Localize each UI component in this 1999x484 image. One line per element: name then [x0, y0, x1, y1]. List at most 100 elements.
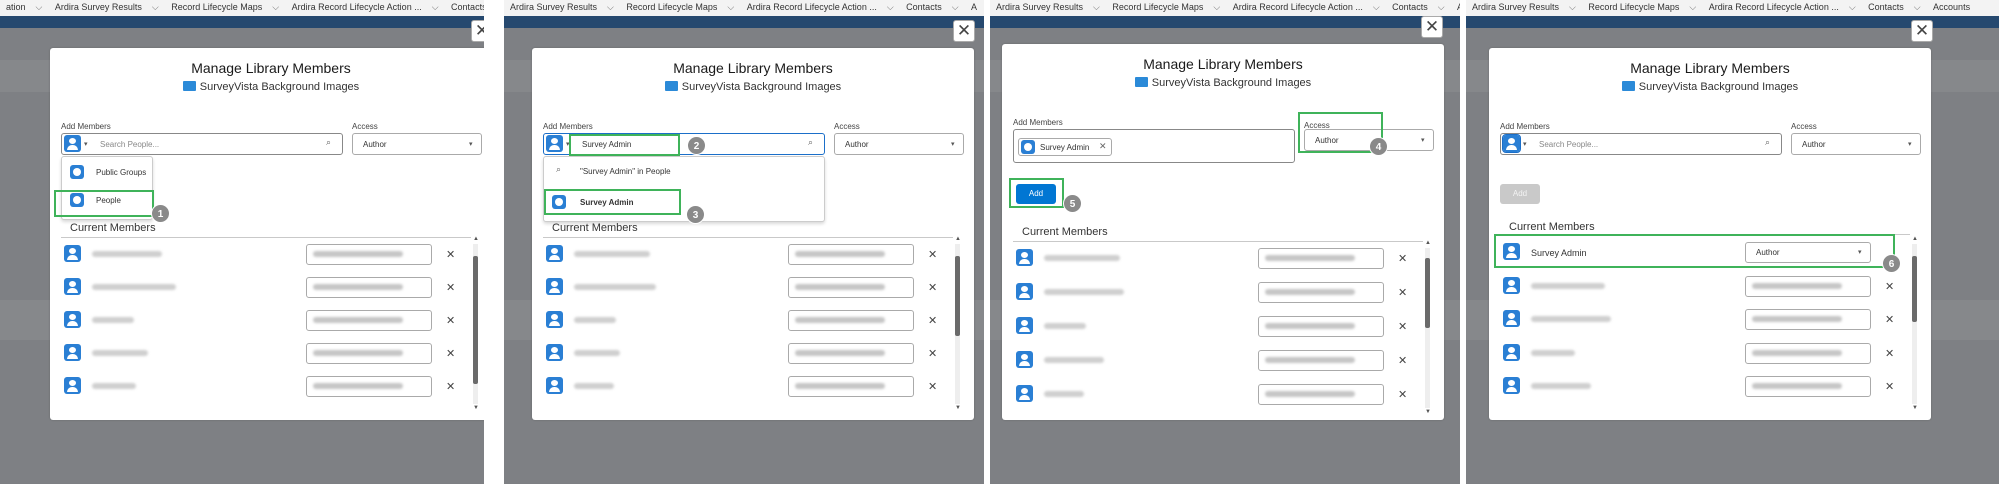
nav-tab[interactable]: Ardira Survey Results	[504, 0, 603, 12]
nav-tab[interactable]: Record Lifecycle Maps	[1106, 0, 1209, 12]
nav-tab[interactable]: Ardira Record Lifecycle Action ...	[1227, 0, 1369, 12]
member-access-select[interactable]	[788, 343, 914, 364]
member-access-select[interactable]	[788, 277, 914, 298]
member-access-select[interactable]	[788, 310, 914, 331]
nav-tab[interactable]: Ardira Survey Results	[990, 0, 1089, 12]
member-access-select[interactable]	[306, 343, 432, 364]
nav-tab[interactable]: Ardira Survey Results	[49, 0, 148, 12]
add-button[interactable]: Add	[1500, 184, 1540, 204]
search-input[interactable]: Survey Admin ✕	[1013, 129, 1295, 163]
nav-tab[interactable]: Ardira Record Lifecycle Action ...	[1703, 0, 1845, 12]
remove-member-icon[interactable]: ✕	[1398, 286, 1407, 299]
chevron-down-icon[interactable]: ▾	[1523, 140, 1527, 148]
library-name-text: SurveyVista Background Images	[681, 81, 842, 93]
nav-tab[interactable]: ation	[0, 0, 32, 12]
library-name: SurveyVista Background Images	[1002, 77, 1444, 89]
nav-tab[interactable]: Record Lifecycle Maps	[165, 0, 268, 12]
scroll-down-icon[interactable]: ▼	[1912, 405, 1918, 411]
close-icon[interactable]: ✕	[471, 20, 484, 42]
member-list-scrollbar[interactable]	[955, 244, 960, 404]
member-list-scrollbar[interactable]	[1912, 244, 1917, 404]
member-access-select[interactable]	[1258, 384, 1384, 405]
member-name	[92, 284, 176, 290]
chevron-down-icon[interactable]: ▾	[84, 140, 88, 148]
member-access-select[interactable]	[1745, 309, 1871, 330]
scroll-down-icon[interactable]: ▼	[473, 405, 479, 411]
remove-member-icon[interactable]: ✕	[1885, 347, 1894, 360]
close-icon[interactable]: ✕	[1911, 20, 1933, 42]
scroll-down-icon[interactable]: ▼	[1425, 409, 1431, 415]
close-icon[interactable]: ✕	[1421, 16, 1443, 38]
remove-member-icon[interactable]: ✕	[1398, 388, 1407, 401]
remove-member-icon[interactable]: ✕	[928, 347, 937, 360]
member-list-scrollbar[interactable]	[473, 244, 478, 404]
member-access-select[interactable]	[788, 244, 914, 265]
scroll-up-icon[interactable]: ▲	[955, 236, 961, 242]
avatar	[64, 278, 81, 295]
remove-member-icon[interactable]: ✕	[446, 281, 455, 294]
scroll-up-icon[interactable]: ▲	[1425, 240, 1431, 246]
remove-pill-icon[interactable]: ✕	[1099, 141, 1107, 152]
nav-tab[interactable]: Accou	[1451, 0, 1460, 12]
scroll-up-icon[interactable]: ▲	[1912, 236, 1918, 242]
person-icon[interactable]	[1502, 134, 1521, 153]
nav-tab[interactable]: Contacts	[1862, 0, 1910, 12]
nav-tab[interactable]: A	[965, 0, 983, 12]
remove-member-icon[interactable]: ✕	[446, 380, 455, 393]
member-access-select[interactable]	[306, 376, 432, 397]
nav-tab[interactable]: Ardira Record Lifecycle Action ...	[286, 0, 428, 12]
person-icon[interactable]	[64, 135, 81, 152]
member-access-select[interactable]	[306, 277, 432, 298]
member-name	[574, 251, 650, 257]
nav-tab[interactable]: Record Lifecycle Maps	[620, 0, 723, 12]
remove-member-icon[interactable]: ✕	[446, 248, 455, 261]
search-input[interactable]: ▾ Search People... ⌕	[1500, 133, 1782, 155]
remove-member-icon[interactable]: ✕	[1398, 252, 1407, 265]
scroll-up-icon[interactable]: ▲	[473, 236, 479, 242]
member-access-select[interactable]	[1745, 376, 1871, 397]
member-access-select[interactable]	[306, 310, 432, 331]
step-badge: 5	[1063, 194, 1082, 213]
nav-tab[interactable]: Accounts	[1927, 0, 1976, 12]
member-access-select[interactable]	[1258, 350, 1384, 371]
remove-member-icon[interactable]: ✕	[1398, 354, 1407, 367]
member-access-select[interactable]	[1258, 248, 1384, 269]
remove-member-icon[interactable]: ✕	[1885, 280, 1894, 293]
search-input[interactable]: ▾ Search People... ⌕	[61, 133, 343, 155]
access-select[interactable]: Author ▾	[1791, 133, 1921, 155]
access-select[interactable]: Author ▾	[352, 133, 482, 155]
scroll-down-icon[interactable]: ▼	[955, 405, 961, 411]
remove-member-icon[interactable]: ✕	[1398, 320, 1407, 333]
group-icon	[70, 165, 84, 179]
member-access-select[interactable]	[1745, 343, 1871, 364]
member-list-scrollbar[interactable]	[1425, 248, 1430, 408]
avatar	[1503, 344, 1520, 361]
member-access-select[interactable]	[1258, 316, 1384, 337]
nav-tab[interactable]: Contacts	[1386, 0, 1434, 12]
access-select[interactable]: Author ▾	[834, 133, 964, 155]
nav-tab[interactable]: Contacts	[900, 0, 948, 12]
search-suggestion[interactable]: "Survey Admin" in People	[580, 167, 671, 176]
member-name	[1531, 316, 1611, 322]
nav-tab[interactable]: Ardira Survey Results	[1466, 0, 1565, 12]
nav-tab[interactable]: Ardira Record Lifecycle Action ...	[741, 0, 883, 12]
nav-tab[interactable]: Record Lifecycle Maps	[1582, 0, 1685, 12]
member-access-select[interactable]	[306, 244, 432, 265]
member-access-select[interactable]	[788, 376, 914, 397]
member-access-select[interactable]	[1745, 276, 1871, 297]
remove-member-icon[interactable]: ✕	[1885, 380, 1894, 393]
member-access-select[interactable]	[1258, 282, 1384, 303]
remove-member-icon[interactable]: ✕	[446, 347, 455, 360]
remove-member-icon[interactable]: ✕	[446, 314, 455, 327]
selected-member-name: Survey Admin	[1040, 143, 1090, 152]
library-name-text: SurveyVista Background Images	[1151, 77, 1312, 89]
close-icon[interactable]: ✕	[953, 20, 975, 42]
remove-member-icon[interactable]: ✕	[1885, 313, 1894, 326]
nav-tab[interactable]: Contacts	[445, 0, 484, 12]
remove-member-icon[interactable]: ✕	[928, 248, 937, 261]
remove-member-icon[interactable]: ✕	[928, 380, 937, 393]
remove-member-icon[interactable]: ✕	[928, 281, 937, 294]
person-icon[interactable]	[546, 135, 563, 152]
remove-member-icon[interactable]: ✕	[928, 314, 937, 327]
dropdown-item-public-groups[interactable]: Public Groups	[96, 168, 146, 177]
